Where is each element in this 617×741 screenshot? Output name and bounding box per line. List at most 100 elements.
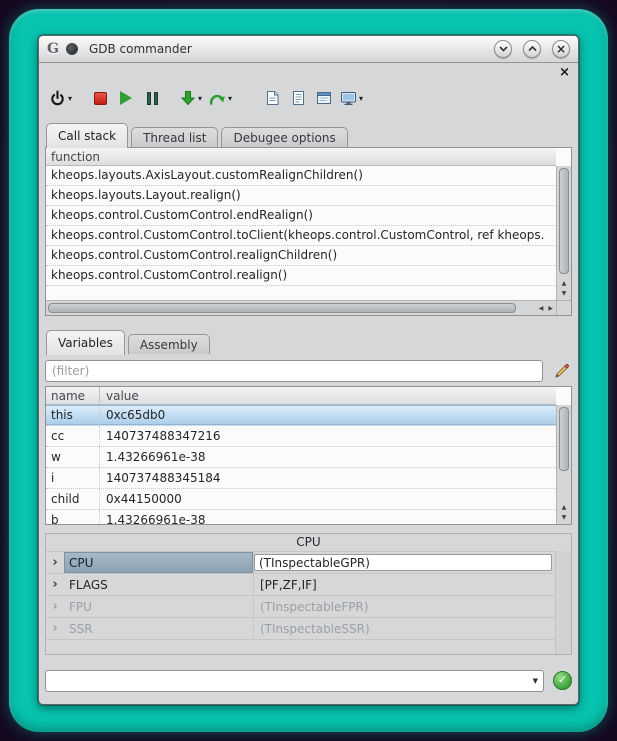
cpu-register-name[interactable]: CPU (64, 552, 254, 573)
vertical-scrollbar[interactable]: ▲ ▼ (556, 166, 571, 300)
tab-call-stack[interactable]: Call stack (46, 123, 128, 148)
step-button[interactable]: ▾ (178, 85, 204, 111)
variable-row[interactable]: b 1.43266961e-38 (46, 510, 556, 524)
call-stack-row[interactable]: kheops.layouts.Layout.realign() (46, 186, 556, 206)
app-window-icon (316, 91, 332, 105)
call-stack-row[interactable]: kheops.control.CustomControl.realign() (46, 266, 556, 286)
send-command-button[interactable]: ✓ (553, 671, 572, 690)
call-stack-row[interactable]: kheops.layouts.AxisLayout.customRealignC… (46, 166, 556, 186)
variable-row[interactable]: cc 140737488347216 (46, 426, 556, 447)
dock-close-button[interactable]: × (559, 66, 570, 79)
cpu-row-flags[interactable]: › FLAGS [PF,ZF,IF] (46, 574, 555, 596)
variable-name: w (46, 447, 100, 467)
scrollbar-thumb[interactable] (48, 303, 516, 313)
close-button[interactable]: × (552, 40, 570, 58)
filter-clean-button[interactable] (552, 361, 572, 381)
variable-row[interactable]: this 0xc65db0 (46, 405, 556, 426)
variable-row[interactable]: child 0x44150000 (46, 489, 556, 510)
document-icon (265, 90, 280, 106)
variable-name: b (46, 510, 100, 524)
cpu-group-title: CPU (46, 534, 571, 551)
variables-list: this 0xc65db0 cc 140737488347216 w 1.432… (46, 405, 556, 524)
call-stack-row[interactable]: kheops.control.CustomControl.realignChil… (46, 246, 556, 266)
monitor-icon (340, 91, 357, 106)
cpu-register-value[interactable]: [PF,ZF,IF] (254, 574, 555, 595)
play-icon (120, 91, 132, 105)
expander-icon[interactable]: › (46, 574, 64, 595)
check-icon: ✓ (558, 675, 567, 686)
column-header-value[interactable]: value (100, 387, 556, 404)
messages-button[interactable] (312, 85, 336, 111)
scroll-left-icon[interactable]: ◀ (539, 305, 544, 312)
cpu-row-fpu[interactable]: › FPU (TInspectableFPR) (46, 596, 555, 618)
display-button[interactable]: ▾ (338, 85, 365, 111)
scrollbar-arrows: ▲ ▼ (557, 503, 571, 523)
filter-input[interactable] (45, 360, 543, 382)
variables-panel: name value this 0xc65db0 cc 140737488347… (45, 386, 572, 525)
scroll-down-icon[interactable]: ▼ (562, 289, 567, 299)
step-over-button[interactable]: ▾ (206, 85, 234, 111)
call-stack-panel: function kheops.layouts.AxisLayout.custo… (45, 147, 572, 316)
window-glow-frame: G GDB commander × × (9, 9, 608, 732)
expander-icon[interactable]: › (46, 596, 64, 617)
cpu-row-ssr[interactable]: › SSR (TInspectableSSR) (46, 618, 555, 640)
scrollbar-arrows: ◀ ▶ (539, 301, 553, 315)
maximize-button[interactable] (523, 40, 541, 58)
eval-button[interactable] (260, 85, 284, 111)
column-header-name[interactable]: name (46, 387, 100, 404)
tab-thread-list[interactable]: Thread list (131, 127, 218, 147)
output-button[interactable] (286, 85, 310, 111)
horizontal-scrollbar[interactable]: ◀ ▶ (46, 300, 556, 315)
variable-row[interactable]: w 1.43266961e-38 (46, 447, 556, 468)
tab-debugee-options[interactable]: Debugee options (221, 127, 347, 147)
scroll-up-icon[interactable]: ▲ (562, 503, 567, 513)
scroll-down-icon[interactable]: ▼ (562, 513, 567, 523)
cpu-register-name[interactable]: FLAGS (64, 574, 254, 595)
scrollbar-arrows: ▲ ▼ (557, 279, 571, 299)
expander-icon[interactable]: › (46, 618, 64, 639)
power-button[interactable]: ▾ (47, 85, 74, 111)
client-area: × ▾ (39, 63, 578, 704)
expander-icon[interactable]: › (46, 552, 64, 573)
step-down-arrow-icon (180, 90, 196, 106)
close-icon: × (556, 43, 566, 55)
variable-value: 0xc65db0 (100, 405, 556, 425)
cpu-register-name: FPU (64, 596, 254, 617)
scrollbar-corner (556, 300, 571, 315)
command-combobox[interactable]: ▼ (45, 670, 544, 692)
scroll-up-icon[interactable]: ▲ (562, 279, 567, 289)
titlebar[interactable]: G GDB commander × (39, 36, 578, 63)
command-row: ▼ ✓ (45, 669, 572, 692)
chevron-down-icon (499, 46, 508, 52)
call-stack-row[interactable]: kheops.control.CustomControl.endRealign(… (46, 206, 556, 226)
cpu-register-value[interactable]: (TInspectableGPR) (254, 554, 552, 571)
command-input[interactable] (49, 672, 523, 690)
tab-assembly[interactable]: Assembly (128, 334, 210, 354)
pause-button[interactable] (140, 85, 164, 111)
variable-value: 0x44150000 (100, 489, 556, 509)
chevron-down-icon: ▾ (198, 94, 202, 103)
stop-button[interactable] (88, 85, 112, 111)
vertical-scrollbar[interactable]: ▲ ▼ (556, 405, 571, 524)
variable-value: 140737488345184 (100, 468, 556, 488)
scrollbar-thumb[interactable] (559, 168, 569, 274)
combo-dropdown-icon[interactable]: ▼ (533, 677, 538, 685)
cpu-scrollbar-track (555, 551, 571, 654)
column-header-function[interactable]: function (46, 148, 556, 166)
variable-value: 140737488347216 (100, 426, 556, 446)
continue-button[interactable] (114, 85, 138, 111)
scroll-right-icon[interactable]: ▶ (548, 305, 553, 312)
power-icon (49, 90, 66, 107)
scrollbar-thumb[interactable] (559, 407, 569, 471)
dock-header: × (45, 65, 572, 81)
cpu-row-cpu[interactable]: › CPU (TInspectableGPR) (46, 552, 555, 574)
gdb-commander-app-icon: G (47, 41, 59, 57)
call-stack-list: kheops.layouts.AxisLayout.customRealignC… (46, 166, 556, 300)
variable-row[interactable]: i 140737488345184 (46, 468, 556, 489)
variable-value: 1.43266961e-38 (100, 447, 556, 467)
call-stack-row[interactable]: kheops.control.CustomControl.toClient(kh… (46, 226, 556, 246)
minimize-button[interactable] (494, 40, 512, 58)
variable-name: this (46, 405, 100, 425)
tab-variables[interactable]: Variables (46, 330, 125, 355)
debug-toolbar: ▾ ▾ (45, 81, 572, 115)
